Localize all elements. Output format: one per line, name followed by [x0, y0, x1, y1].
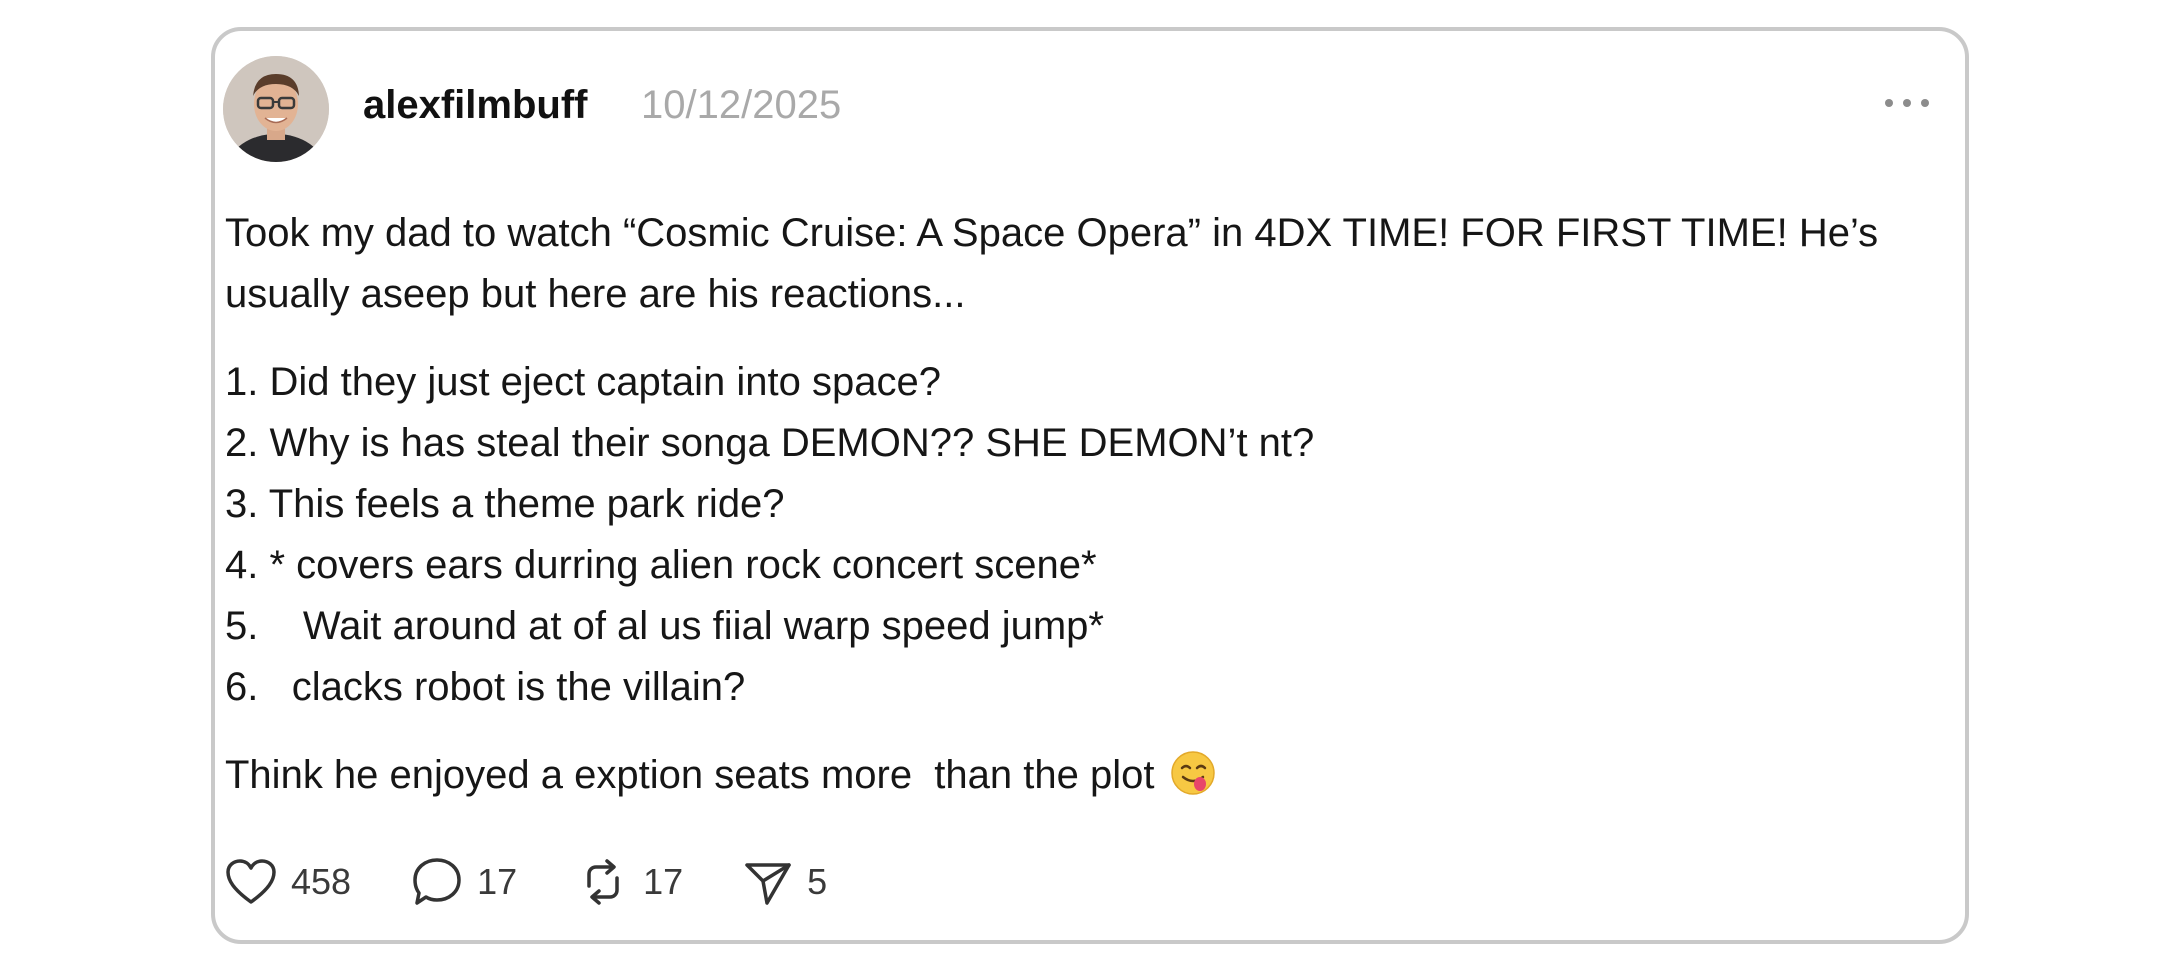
- face-savoring-food-emoji-icon: [1170, 750, 1216, 814]
- avatar[interactable]: [223, 56, 329, 162]
- share-button[interactable]: 5: [743, 857, 827, 907]
- list-item: 1. Did they just eject captain into spac…: [225, 360, 941, 404]
- list-item: 2. Why is has steal their songa DEMON?? …: [225, 421, 1315, 465]
- post-intro-text: Took my dad to watch “Cosmic Cruise: A S…: [225, 211, 1879, 316]
- post-outro: Think he enjoyed a exption seats more th…: [225, 745, 1925, 814]
- username[interactable]: alexfilmbuff: [363, 83, 587, 128]
- comment-button[interactable]: 17: [411, 856, 517, 908]
- list-item: 4. * covers ears durring alien rock conc…: [225, 543, 1097, 587]
- heart-icon: [226, 859, 276, 904]
- like-button[interactable]: 458: [225, 858, 351, 906]
- comment-count: 17: [477, 861, 518, 902]
- list-item: 5. Wait around at of al us fiial warp sp…: [225, 604, 1104, 648]
- post-body: Took my dad to watch “Cosmic Cruise: A S…: [225, 203, 1925, 814]
- avatar-image: [223, 56, 329, 162]
- send-icon: [745, 863, 791, 905]
- repost-button[interactable]: 17: [577, 856, 683, 908]
- post-actions: 458 17 17 5: [225, 856, 887, 908]
- reactions-list: 1. Did they just eject captain into spac…: [225, 352, 1925, 718]
- post-card: alexfilmbuff 10/12/2025 Took my dad to w…: [211, 27, 1969, 944]
- list-item: 6. clacks robot is the villain?: [225, 665, 746, 709]
- post-date: 10/12/2025: [641, 83, 842, 127]
- list-item: 3. This feels a theme park ride?: [225, 482, 785, 526]
- post-outro-text: Think he enjoyed a exption seats more th…: [225, 753, 1155, 797]
- comment-bubble-icon: [413, 858, 461, 905]
- repost-count: 17: [643, 861, 684, 902]
- repost-icon: [587, 859, 619, 905]
- share-count: 5: [807, 861, 828, 902]
- like-count: 458: [291, 861, 352, 902]
- more-options-icon[interactable]: [1885, 93, 1929, 113]
